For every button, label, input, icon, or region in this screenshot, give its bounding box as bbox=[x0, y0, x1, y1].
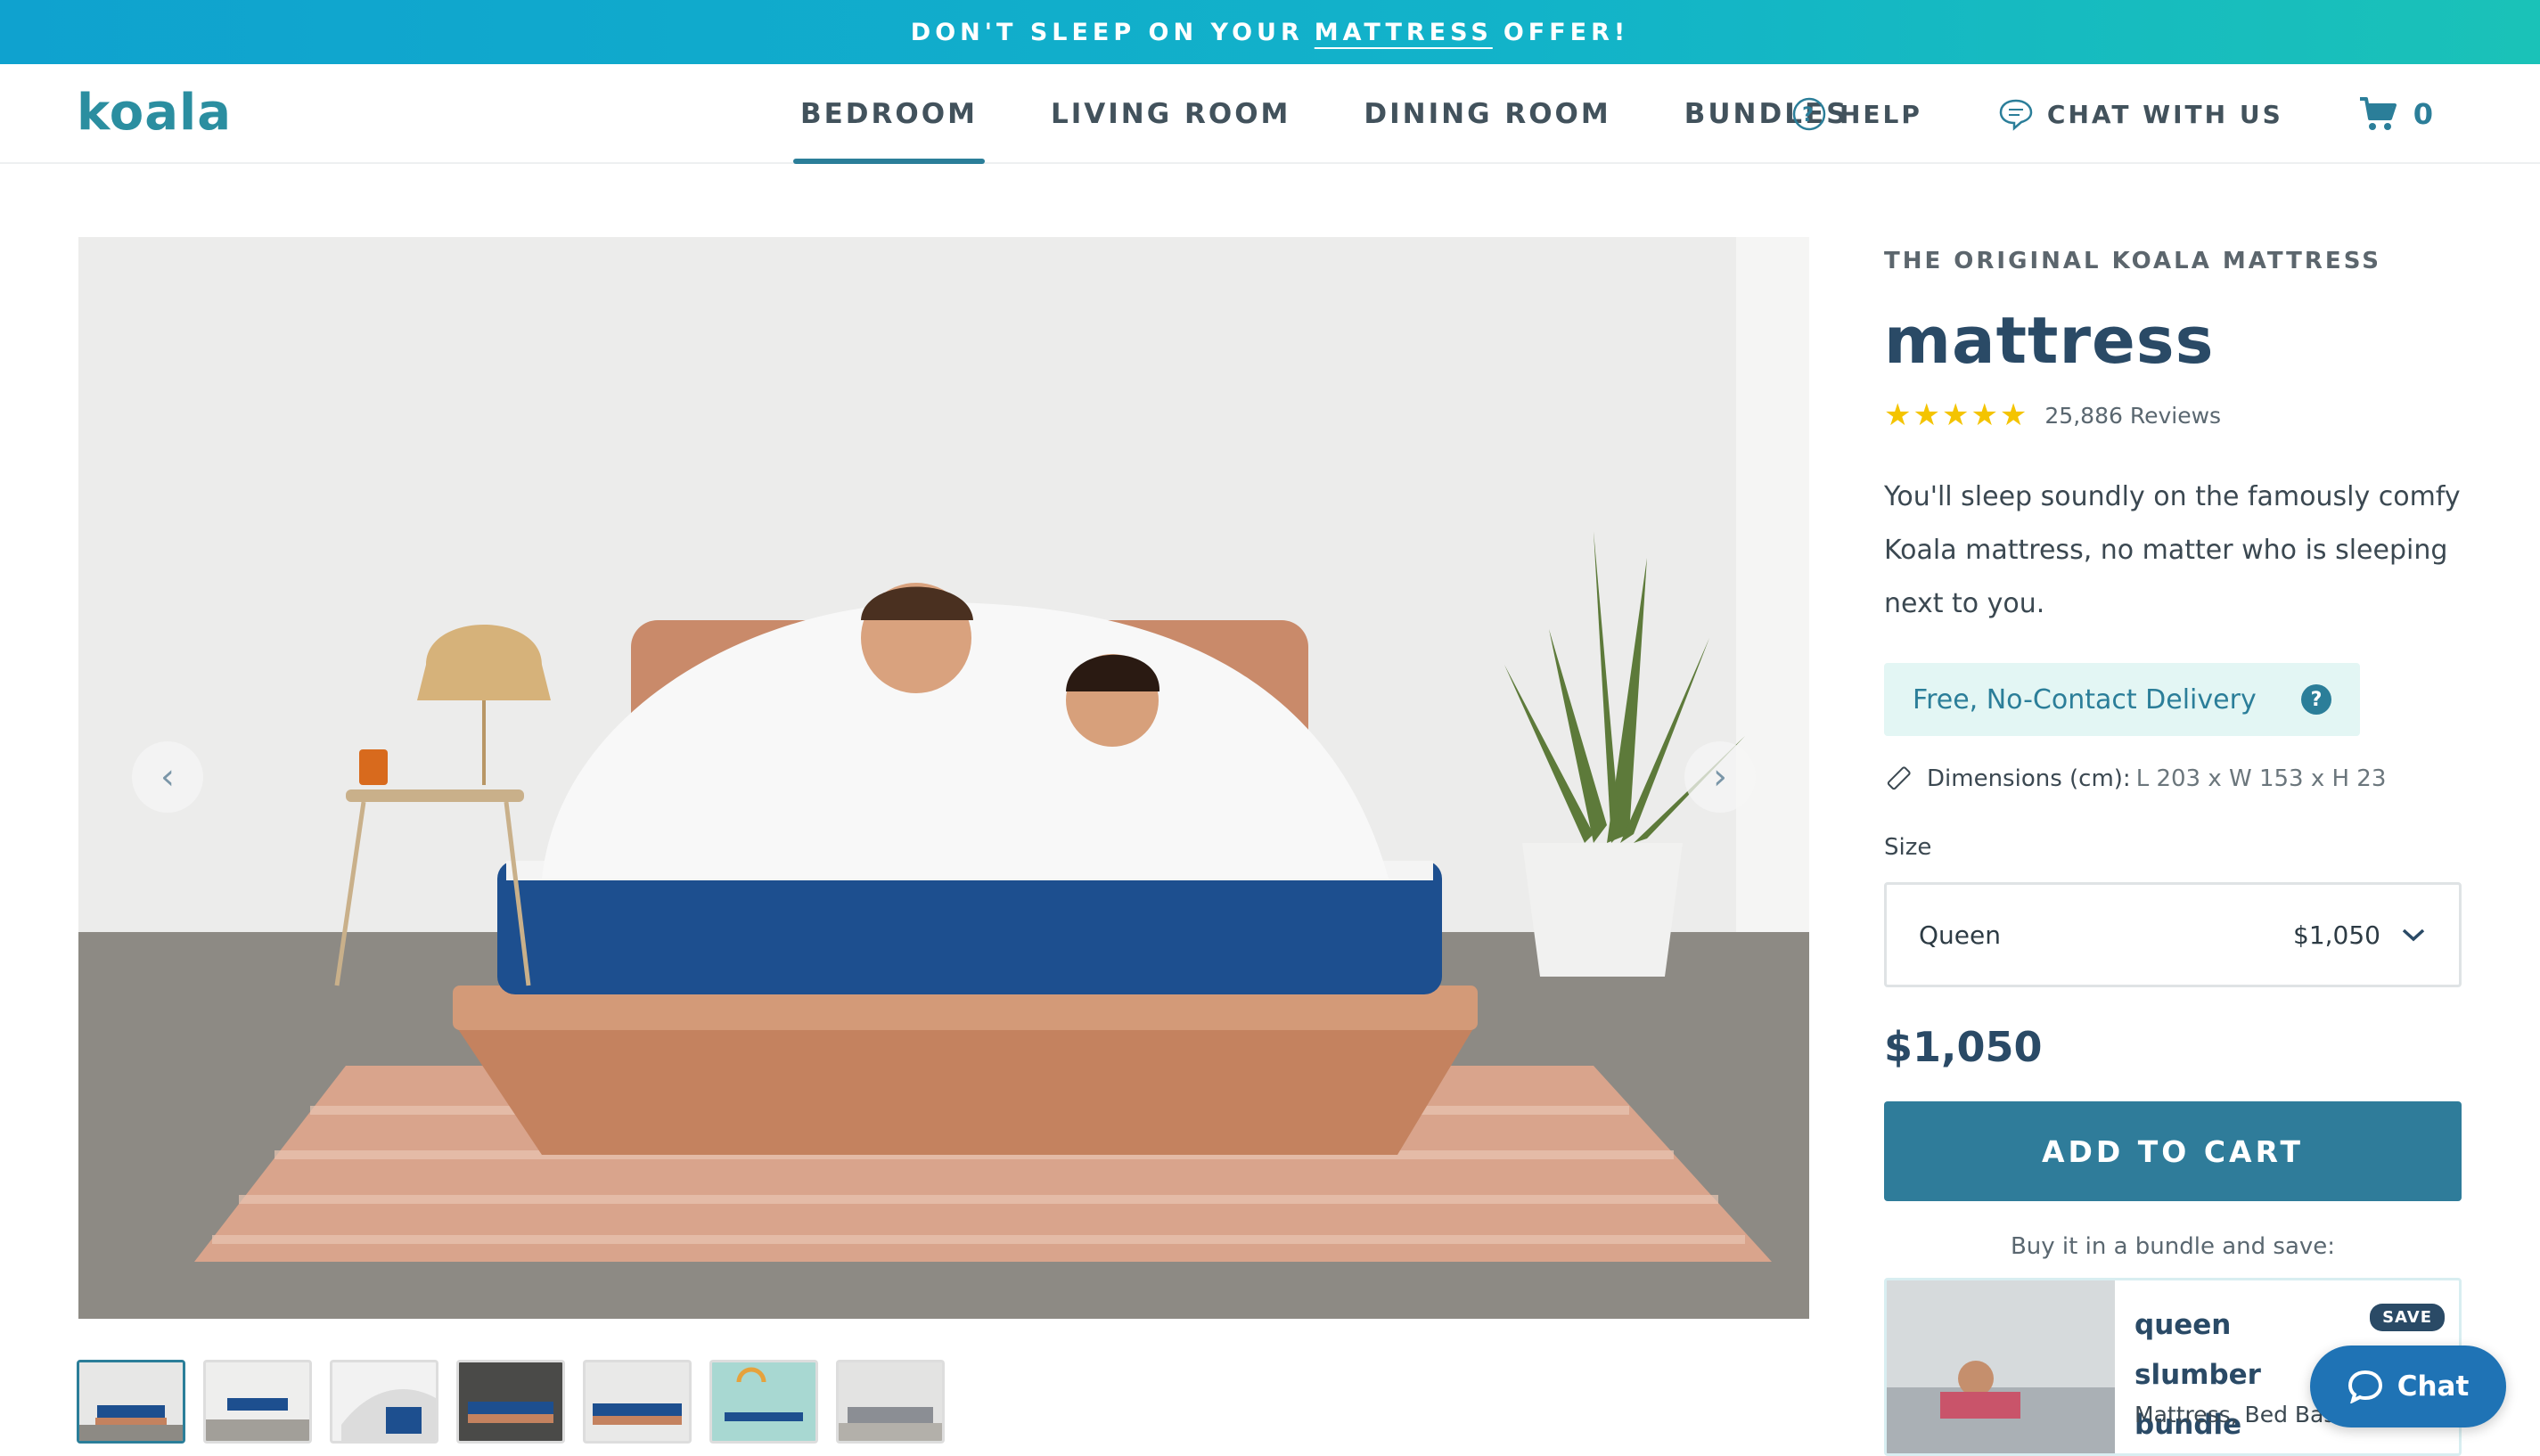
svg-text:?: ? bbox=[1802, 104, 1816, 127]
thumbnail-image bbox=[206, 1362, 309, 1441]
gallery-thumbnails bbox=[77, 1360, 945, 1444]
nav-living-room[interactable]: LIVING ROOM bbox=[1044, 64, 1298, 164]
help-icon: ? bbox=[1792, 97, 1826, 131]
product-info-panel: THE ORIGINAL KOALA MATTRESS mattress ★★★… bbox=[1884, 237, 2462, 1456]
carousel-next-button[interactable]: › bbox=[1684, 741, 1756, 813]
chevron-right-icon: › bbox=[1713, 757, 1727, 798]
chat-bubble-icon bbox=[1999, 99, 2033, 131]
save-badge: SAVE bbox=[2370, 1304, 2445, 1331]
bundle-photo bbox=[1887, 1280, 2115, 1453]
cart-count: 0 bbox=[2413, 97, 2433, 131]
chat-icon bbox=[2347, 1370, 2382, 1403]
koala-logo[interactable]: koala bbox=[77, 84, 232, 142]
promo-text-before: DON'T SLEEP ON YOUR bbox=[910, 18, 1304, 46]
dimensions-label: Dimensions (cm): bbox=[1927, 765, 2131, 792]
site-header: koala BEDROOM LIVING ROOM DINING ROOM BU… bbox=[0, 64, 2540, 164]
product-price: $1,050 bbox=[1884, 1023, 2043, 1071]
cart-icon bbox=[2359, 97, 2397, 130]
thumbnail-image bbox=[586, 1362, 689, 1441]
nav-dining-room[interactable]: DINING ROOM bbox=[1356, 64, 1618, 164]
size-label: Size bbox=[1884, 834, 1932, 861]
bundle-note: Buy it in a bundle and save: bbox=[2010, 1233, 2336, 1260]
nav-bedroom[interactable]: BEDROOM bbox=[793, 64, 985, 164]
star-rating-icon: ★★★★★ bbox=[1884, 397, 2029, 433]
thumbnail-3[interactable] bbox=[330, 1360, 438, 1444]
promo-text-after: OFFER! bbox=[1503, 18, 1630, 46]
thumbnail-4[interactable] bbox=[456, 1360, 565, 1444]
promo-mattress-link[interactable]: MATTRESS bbox=[1315, 19, 1493, 46]
product-eyebrow: THE ORIGINAL KOALA MATTRESS bbox=[1884, 248, 2381, 274]
thumbnail-image bbox=[79, 1362, 183, 1441]
thumbnail-image bbox=[459, 1362, 562, 1441]
help-label: HELP bbox=[1839, 99, 1922, 129]
thumbnail-image bbox=[332, 1362, 436, 1441]
size-select[interactable]: Queen $1,050 bbox=[1884, 882, 2462, 987]
thumbnail-2[interactable] bbox=[203, 1360, 312, 1444]
product-rating[interactable]: ★★★★★ 25,886 Reviews bbox=[1884, 397, 2462, 433]
main-nav: BEDROOM LIVING ROOM DINING ROOM BUNDLES bbox=[793, 64, 1914, 164]
delivery-info-icon[interactable]: ? bbox=[2301, 684, 2331, 715]
cart-button[interactable]: 0 bbox=[2358, 95, 2433, 133]
chat-floating-button[interactable]: Chat bbox=[2310, 1346, 2506, 1427]
bedroom-scene-illustration bbox=[78, 237, 1809, 1319]
dimensions-value: L 203 x W 153 x H 23 bbox=[2135, 765, 2387, 792]
add-to-cart-button[interactable]: ADD TO CART bbox=[1884, 1101, 2462, 1201]
ruler-icon bbox=[1887, 766, 1911, 790]
dimensions-row: Dimensions (cm): L 203 x W 153 x H 23 bbox=[1884, 765, 2462, 793]
thumbnail-1[interactable] bbox=[77, 1360, 185, 1444]
thumbnail-5[interactable] bbox=[583, 1360, 692, 1444]
chat-label: Chat bbox=[2397, 1370, 2470, 1403]
delivery-text: Free, No-Contact Delivery bbox=[1913, 683, 2257, 716]
product-hero-image[interactable]: ‹ › bbox=[78, 237, 1809, 1319]
carousel-prev-button[interactable]: ‹ bbox=[132, 741, 203, 813]
product-description: You'll sleep soundly on the famously com… bbox=[1884, 481, 2461, 619]
header-utilities: ? HELP CHAT WITH US 0 bbox=[1791, 64, 2540, 164]
thumbnail-6[interactable] bbox=[709, 1360, 818, 1444]
thumbnail-7[interactable] bbox=[836, 1360, 945, 1444]
chevron-left-icon: ‹ bbox=[160, 757, 175, 798]
chevron-down-icon bbox=[2402, 928, 2425, 942]
delivery-badge: Free, No-Contact Delivery ? bbox=[1884, 663, 2360, 736]
chat-with-us-label: CHAT WITH US bbox=[2046, 99, 2283, 129]
product-title: mattress bbox=[1884, 303, 2215, 378]
size-selected: Queen bbox=[1919, 920, 2001, 950]
size-price: $1,050 bbox=[2293, 920, 2380, 950]
bundle-image bbox=[1887, 1280, 2115, 1453]
chat-with-us-link[interactable]: CHAT WITH US bbox=[1997, 96, 2283, 132]
help-link[interactable]: ? HELP bbox=[1791, 96, 1922, 132]
thumbnail-image bbox=[712, 1362, 815, 1441]
promo-bar[interactable]: DON'T SLEEP ON YOUR MATTRESS OFFER! bbox=[0, 0, 2540, 64]
review-count[interactable]: 25,886 Reviews bbox=[2044, 403, 2221, 429]
thumbnail-image bbox=[839, 1362, 942, 1441]
